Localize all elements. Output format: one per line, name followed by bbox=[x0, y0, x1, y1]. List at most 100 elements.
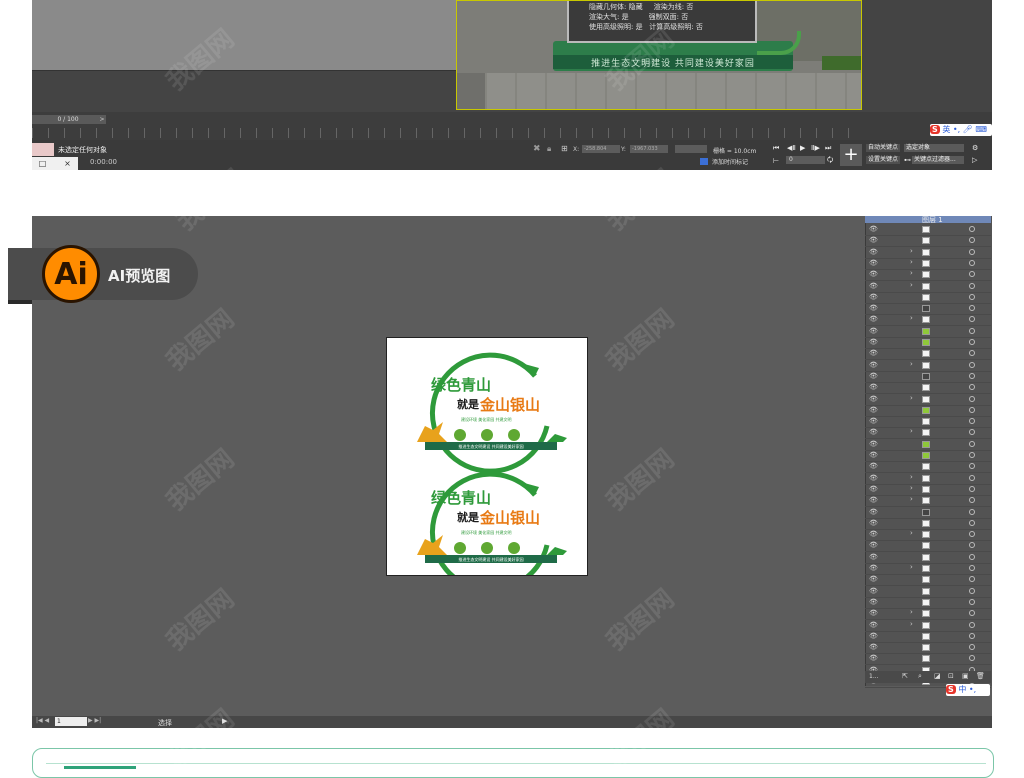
layer-row[interactable]: 👁︎ › bbox=[865, 608, 991, 621]
timeline-ruler[interactable] bbox=[32, 128, 852, 138]
target-circle-icon[interactable] bbox=[969, 485, 975, 492]
target-circle-icon[interactable] bbox=[969, 598, 975, 605]
target-circle-icon[interactable] bbox=[969, 327, 975, 334]
punctuation-icon[interactable]: •, bbox=[953, 125, 960, 134]
visibility-eye-icon[interactable]: 👁︎ bbox=[869, 485, 878, 493]
x-coordinate-field[interactable]: -258.804 bbox=[582, 145, 620, 153]
visibility-eye-icon[interactable]: 👁︎ bbox=[869, 293, 878, 301]
new-layer-icon[interactable]: ▣ bbox=[962, 672, 969, 680]
layer-row[interactable]: 👁︎ bbox=[865, 597, 991, 609]
layer-row[interactable]: 👁︎ bbox=[865, 631, 991, 643]
locate-object-icon[interactable]: ⌕ bbox=[918, 672, 922, 681]
target-circle-icon[interactable] bbox=[969, 440, 975, 447]
visibility-eye-icon[interactable]: 👁︎ bbox=[869, 225, 878, 233]
layer-row[interactable]: 👁︎ › bbox=[865, 360, 991, 372]
layer-row[interactable]: 👁︎ › bbox=[865, 563, 991, 575]
layer-row[interactable]: 👁︎ bbox=[865, 303, 991, 316]
layer-row[interactable]: 👁︎ › bbox=[865, 484, 991, 496]
visibility-eye-icon[interactable]: 👁︎ bbox=[869, 248, 878, 256]
set-key-icon[interactable]: + bbox=[840, 144, 862, 166]
time-tag-icon[interactable] bbox=[700, 158, 708, 165]
delete-layer-icon[interactable]: 🗑︎ bbox=[976, 672, 985, 680]
visibility-eye-icon[interactable]: 👁︎ bbox=[869, 575, 878, 583]
target-circle-icon[interactable] bbox=[969, 542, 975, 549]
expand-arrow-icon[interactable]: › bbox=[910, 529, 913, 537]
time-slider[interactable]: 0 / 100 bbox=[32, 115, 104, 124]
ime-language[interactable]: 中 bbox=[958, 685, 966, 694]
next-frame-icon[interactable]: Ⅱ▶ bbox=[811, 144, 820, 152]
visibility-eye-icon[interactable]: 👁︎ bbox=[869, 508, 878, 516]
layer-row[interactable]: 👁︎ › bbox=[865, 427, 991, 440]
key-selection-dropdown[interactable]: 选定对象 bbox=[904, 144, 964, 152]
layer-row[interactable]: 👁︎ › bbox=[865, 314, 991, 327]
layer-row[interactable]: 👁︎ bbox=[865, 382, 991, 395]
target-circle-icon[interactable] bbox=[969, 293, 975, 300]
visibility-eye-icon[interactable]: 👁︎ bbox=[869, 361, 878, 369]
target-circle-icon[interactable] bbox=[969, 452, 975, 458]
visibility-eye-icon[interactable]: 👁︎ bbox=[869, 383, 878, 391]
target-circle-icon[interactable] bbox=[969, 655, 975, 662]
expand-arrow-icon[interactable]: › bbox=[910, 495, 913, 503]
artboard-number-field[interactable]: 1 bbox=[55, 717, 87, 726]
next-artboard-icon[interactable]: ▶ ▶| bbox=[88, 717, 101, 724]
layer-row[interactable]: 👁︎ bbox=[865, 507, 991, 519]
layer-row[interactable]: 👁︎ › bbox=[865, 495, 991, 508]
target-circle-icon[interactable] bbox=[969, 508, 975, 515]
visibility-eye-icon[interactable]: 👁︎ bbox=[869, 304, 878, 312]
visibility-eye-icon[interactable]: 👁︎ bbox=[869, 315, 878, 323]
layer-row[interactable]: 👁︎ bbox=[865, 653, 991, 666]
keyboard-icon[interactable]: ⌨ bbox=[975, 125, 987, 134]
expand-arrow-icon[interactable]: › bbox=[910, 563, 913, 571]
visibility-eye-icon[interactable]: 👁︎ bbox=[869, 598, 878, 606]
target-circle-icon[interactable] bbox=[969, 519, 975, 526]
expand-arrow-icon[interactable]: › bbox=[910, 484, 913, 492]
visibility-eye-icon[interactable]: 👁︎ bbox=[869, 643, 878, 651]
visibility-eye-icon[interactable]: 👁︎ bbox=[869, 440, 878, 448]
ime-toolbar-2[interactable]: S 中 •, bbox=[946, 684, 990, 696]
target-circle-icon[interactable] bbox=[969, 372, 975, 379]
time-slider-next-icon[interactable]: > bbox=[98, 115, 106, 124]
layer-row[interactable]: 👁︎ bbox=[865, 326, 991, 338]
target-circle-icon[interactable] bbox=[969, 497, 975, 504]
layer-row[interactable]: 👁︎ › bbox=[865, 473, 991, 485]
target-circle-icon[interactable] bbox=[969, 406, 975, 413]
layer-row[interactable]: 👁︎ bbox=[865, 439, 991, 451]
target-circle-icon[interactable] bbox=[969, 632, 975, 639]
visibility-eye-icon[interactable]: 👁︎ bbox=[869, 564, 878, 572]
expand-arrow-icon[interactable]: › bbox=[910, 258, 913, 266]
key-filter-icon[interactable]: ⊷ bbox=[904, 156, 911, 164]
layer-row[interactable]: 👁︎ › bbox=[865, 281, 991, 293]
target-circle-icon[interactable] bbox=[969, 384, 975, 391]
target-circle-icon[interactable] bbox=[969, 361, 975, 368]
visibility-eye-icon[interactable]: 👁︎ bbox=[869, 553, 878, 561]
expand-arrow-icon[interactable]: › bbox=[910, 473, 913, 481]
target-circle-icon[interactable] bbox=[969, 339, 975, 345]
visibility-eye-icon[interactable]: 👁︎ bbox=[869, 632, 878, 640]
first-artboard-icon[interactable]: |◀ ◀ bbox=[36, 717, 49, 724]
layer-row[interactable]: 👁︎ › bbox=[865, 269, 991, 282]
target-circle-icon[interactable] bbox=[969, 576, 975, 583]
layer-row[interactable]: 👁︎ bbox=[865, 405, 991, 417]
visibility-eye-icon[interactable]: 👁︎ bbox=[869, 654, 878, 662]
target-circle-icon[interactable] bbox=[969, 474, 975, 481]
visibility-eye-icon[interactable]: 👁︎ bbox=[869, 372, 878, 380]
visibility-eye-icon[interactable]: 👁︎ bbox=[869, 236, 878, 244]
key-mode-icon[interactable]: ⊢ bbox=[773, 157, 779, 165]
punctuation-icon[interactable]: •, bbox=[969, 685, 976, 694]
layer-row[interactable]: 👁︎ › bbox=[865, 620, 991, 632]
layer-row[interactable]: 👁︎ › bbox=[865, 529, 991, 542]
restore-icon[interactable]: □ bbox=[35, 157, 50, 170]
visibility-eye-icon[interactable]: 👁︎ bbox=[869, 621, 878, 629]
visibility-eye-icon[interactable]: 👁︎ bbox=[869, 609, 878, 617]
target-circle-icon[interactable] bbox=[969, 350, 975, 357]
absolute-mode-icon[interactable]: ⊞ bbox=[561, 144, 568, 153]
layer-row[interactable]: 👁︎ bbox=[865, 450, 991, 462]
key-filters-button[interactable]: 关键点过滤器... bbox=[912, 156, 964, 164]
visibility-eye-icon[interactable]: 👁︎ bbox=[869, 270, 878, 278]
layer-row[interactable]: 👁︎ bbox=[865, 224, 991, 236]
target-circle-icon[interactable] bbox=[969, 237, 975, 244]
visibility-eye-icon[interactable]: 👁︎ bbox=[869, 417, 878, 425]
layer-row[interactable]: 👁︎ bbox=[865, 518, 991, 530]
previous-frame-icon[interactable]: ◀Ⅱ bbox=[787, 144, 796, 152]
go-to-end-icon[interactable]: ⏭ bbox=[825, 144, 831, 153]
